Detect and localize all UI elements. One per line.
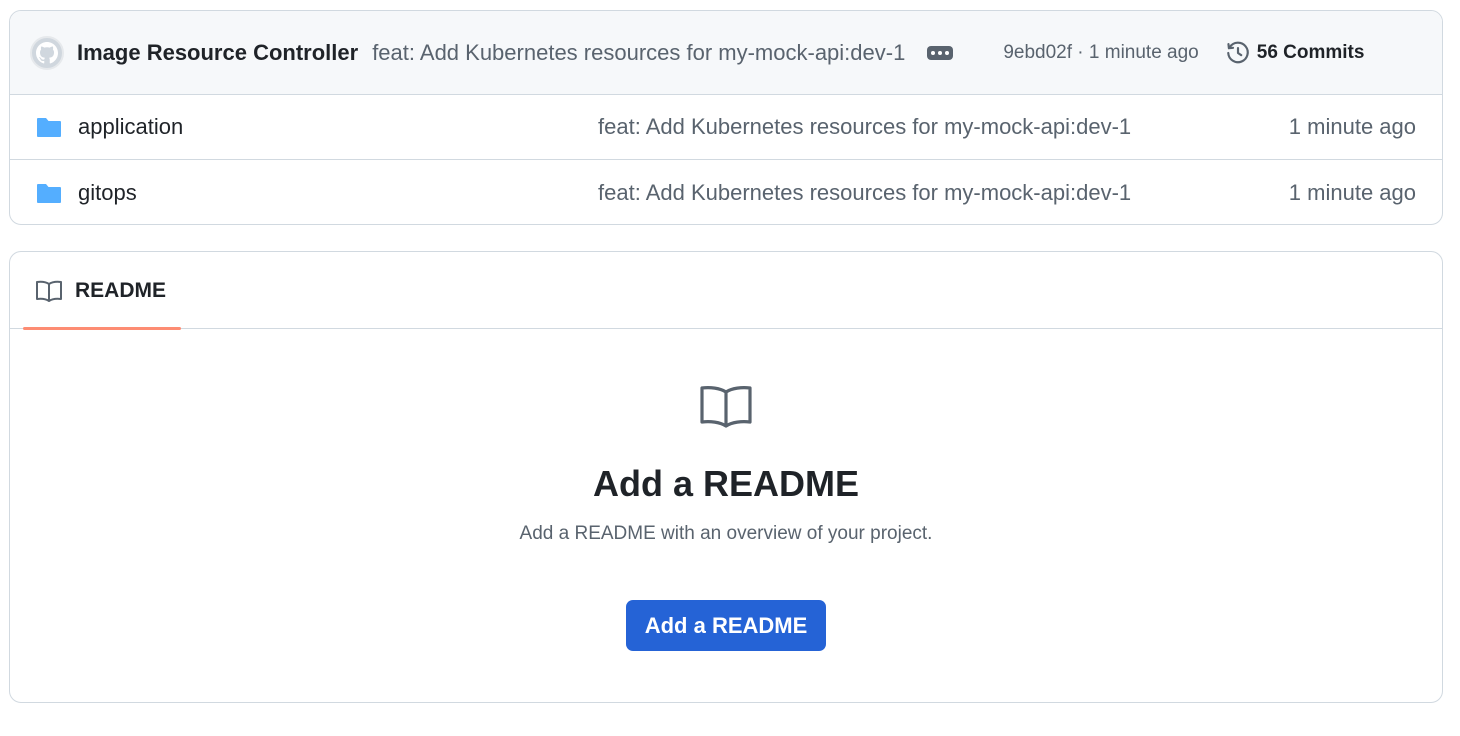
file-name[interactable]: gitops: [78, 180, 598, 206]
add-readme-button[interactable]: Add a README: [626, 600, 826, 651]
file-commit-message[interactable]: feat: Add Kubernetes resources for my-mo…: [598, 114, 1289, 140]
commits-history-link[interactable]: 56 Commits: [1225, 40, 1365, 66]
ellipsis-icon[interactable]: [927, 45, 954, 60]
folder-icon: [37, 118, 61, 137]
tab-readme[interactable]: README: [23, 252, 181, 330]
latest-commit-bar: Image Resource Controller feat: Add Kube…: [10, 11, 1442, 95]
file-row[interactable]: application feat: Add Kubernetes resourc…: [10, 95, 1442, 160]
book-icon: [700, 386, 752, 428]
folder-icon: [37, 183, 61, 203]
readme-panel: README Add a README Add a README with an…: [9, 251, 1443, 703]
commits-count: 56 Commits: [1256, 41, 1365, 63]
book-icon: [36, 280, 62, 302]
empty-state-description: Add a README with an overview of your pr…: [519, 523, 933, 544]
file-commit-time: 1 minute ago: [1288, 179, 1416, 205]
file-commit-time: 1 minute ago: [1288, 114, 1416, 139]
file-name[interactable]: application: [78, 114, 598, 140]
tab-readme-label: README: [75, 278, 167, 302]
readme-tab-bar: README: [10, 252, 1442, 330]
readme-empty-state: Add a README Add a README with an overvi…: [10, 329, 1442, 702]
empty-state-title: Add a README: [592, 463, 859, 504]
history-icon: [1226, 41, 1249, 63]
file-row[interactable]: gitops feat: Add Kubernetes resources fo…: [10, 160, 1442, 224]
github-avatar-icon[interactable]: [30, 35, 64, 70]
commit-author[interactable]: Image Resource Controller: [77, 40, 358, 66]
commit-hash-time[interactable]: 9ebd02f · 1 minute ago: [1003, 42, 1198, 64]
file-commit-message[interactable]: feat: Add Kubernetes resources for my-mo…: [598, 180, 1289, 206]
file-browser: Image Resource Controller feat: Add Kube…: [9, 10, 1443, 225]
latest-commit-message[interactable]: feat: Add Kubernetes resources for my-mo…: [372, 40, 905, 66]
